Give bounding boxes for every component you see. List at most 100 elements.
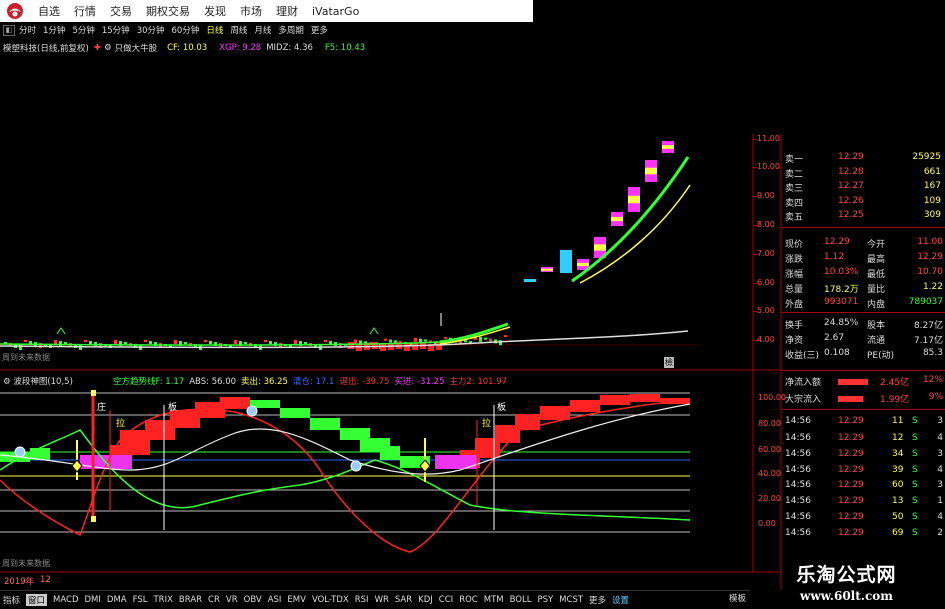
quote-row[interactable]: 总量 178.2万 量比 1.22 [782,282,945,296]
tick-mark [753,311,757,312]
tick-volume: 12 [892,433,904,443]
quote-row[interactable]: 涨幅 10.03% 最低 10.70 [782,267,945,281]
toolbar-item[interactable]: BRAR [179,595,202,605]
ask-price: 12.26 [838,196,864,206]
toolbar-item[interactable]: SAR [395,595,412,605]
flow-row[interactable]: 大宗流入 1.99亿 9% [782,392,945,406]
chart-area[interactable] [0,0,782,590]
candle-red [356,344,362,351]
tick-row[interactable]: 14:56 12.29 50 S 4 [782,512,945,526]
flag-icon[interactable]: 檢 [664,357,674,368]
tick-side: S [912,528,918,538]
candle-flat [64,342,67,344]
tick-row[interactable]: 14:56 12.29 34 S 3 [782,449,945,463]
separator [782,227,945,228]
indicator-legend: 空方趋势线F: 1.17 ABS: 56.00 卖出: 36.25 清仓: 17.1 退… [113,375,512,387]
toolbar-item[interactable]: DMA [107,595,127,605]
candle-band [541,268,553,271]
quote-row[interactable]: 外盘 993071 内盘 789037 [782,297,945,311]
toolbar-item[interactable]: PSY [537,595,553,605]
indicator-y-tick: 60.00 [758,445,781,454]
toolbar-item[interactable]: VOL-TDX [312,595,349,605]
toolbar-item[interactable]: WR [375,595,389,605]
toolbar-item[interactable]: 窗口 [26,594,48,606]
flow-bar [838,379,868,385]
quote-label: 涨幅 [785,270,804,280]
toolbar-item[interactable]: VR [226,595,238,605]
tick-row[interactable]: 14:56 12.29 60 S 3 [782,480,945,494]
circle-signal-icon [350,460,362,472]
toolbar-item[interactable]: MACD [53,595,78,605]
ask-volume: 25925 [912,152,941,162]
quote-row[interactable]: 换手 24.85% 股本 8.27亿 [782,318,945,332]
tick-row[interactable]: 14:56 12.29 12 S 4 [782,433,945,447]
tick-volume: 69 [892,528,904,538]
candle-flat [244,342,247,344]
tick-side: S [912,449,918,459]
ask-row[interactable]: 卖五 12.25 309 [782,210,945,224]
tick-mark [753,196,757,197]
toolbar-item[interactable]: 设置 [612,594,629,606]
ask-row[interactable]: 卖二 12.28 661 [782,167,945,181]
label-ban-2: 板 [497,403,507,413]
tick-row[interactable]: 14:56 12.29 11 S 3 [782,416,945,430]
tick-count: 3 [937,416,943,426]
toolbar-item[interactable]: ASI [268,595,282,605]
indicator-settings-icon[interactable]: ⚙ [3,377,11,387]
toolbar-item[interactable]: 指标 [3,594,20,606]
toolbar-item[interactable]: FSL [133,595,148,605]
quote-row[interactable]: 涨跌 1.12 最高 12.29 [782,252,945,266]
quote-row[interactable]: 现价 12.29 今开 11.00 [782,237,945,251]
toolbar-item[interactable]: BOLL [510,595,532,605]
toolbar-item[interactable]: MTM [484,595,504,605]
template-button[interactable]: 模板 [729,592,746,604]
quote-value: 2.67 [824,333,845,343]
circle-signal-icon [246,405,258,417]
toolbar-item[interactable]: CR [208,595,220,605]
tick-row[interactable]: 14:56 12.29 39 S 4 [782,465,945,479]
toolbar-item[interactable]: 更多 [589,594,606,606]
candle-flat [264,340,267,342]
ask-label: 卖二 [785,170,804,180]
tick-count: 2 [937,528,943,538]
trading-window: 自选 行情 交易 期权交易 发现 市场 理财 iVatarGo ◧ 分时 1分钟… [0,0,945,609]
toolbar-item[interactable]: CCI [439,595,453,605]
candle-flat [304,342,307,344]
tick-volume: 13 [892,496,904,506]
toolbar-item[interactable]: EMV [287,595,306,605]
quote-value: 10.03% [824,267,859,277]
tick-price: 12.29 [838,496,864,506]
toolbar-item[interactable]: TRIX [153,595,172,605]
toolbar-item[interactable]: OBV [244,595,262,605]
toolbar-item[interactable]: KDJ [418,595,433,605]
toolbar-item[interactable]: DMI [85,595,101,605]
ask-row[interactable]: 卖四 12.26 109 [782,196,945,210]
tick-row[interactable]: 14:56 12.29 13 S 1 [782,496,945,510]
legend-item: 卖出: 36.25 [241,377,288,387]
quote-value: 1.22 [922,282,943,292]
step-bar-red [220,397,250,409]
ask-row[interactable]: 卖一 12.29 25925 [782,152,945,166]
step-bar-red [570,400,600,412]
toolbar-item[interactable]: MCST [559,595,583,605]
quote-row[interactable]: 收益(三) 0.108 PE(动) 85.3 [782,348,945,362]
quote-row[interactable]: 净资 2.67 流通 7.17亿 [782,333,945,347]
ask-volume: 167 [923,181,941,191]
quote-value: 993071 [824,297,859,307]
candle-flat [414,337,417,342]
tick-time: 14:56 [785,496,811,506]
tick-row[interactable]: 14:56 12.29 69 S 2 [782,528,945,542]
label-la-2: 拉 [482,419,492,429]
toolbar-item[interactable]: ROC [459,595,478,605]
candle-band [611,216,623,222]
toolbar-item[interactable]: RSI [355,595,369,605]
flow-label: 净流入额 [785,378,822,388]
ask-price: 12.29 [838,152,864,162]
candle-band [594,244,606,251]
flow-label: 大宗流入 [785,395,822,405]
quote-label: 内盘 [867,300,886,310]
candle-flat [324,340,327,342]
flow-row[interactable]: 净流入额 2.45亿 12% [782,375,945,389]
tick-time: 14:56 [785,480,811,490]
ask-row[interactable]: 卖三 12.27 167 [782,181,945,195]
